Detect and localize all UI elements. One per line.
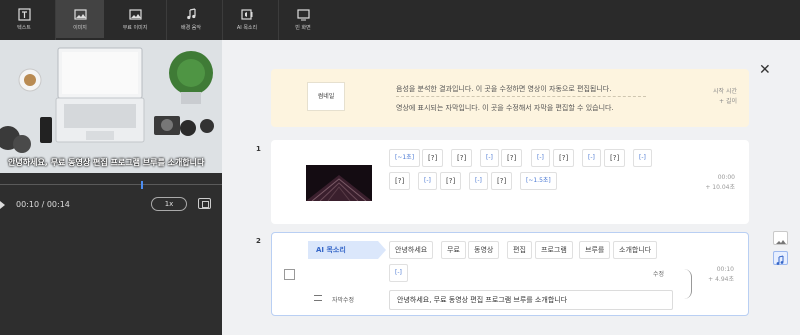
clip-thumbnail-image <box>306 165 372 201</box>
guide-voice-text: 음성을 분석한 결과입니다. 이 곳을 수정하면 영상이 자동으로 편집됩니다. <box>396 85 612 93</box>
script-editor: ✕ 썸네일 음성을 분석한 결과입니다. 이 곳을 수정하면 영상이 자동으로 … <box>222 40 800 335</box>
toolbar-ai-voice-button[interactable]: AI 목소리 <box>223 0 271 38</box>
word-chip[interactable]: [-] <box>582 149 601 167</box>
seek-handle[interactable] <box>141 181 143 189</box>
length-label: + 길이 <box>719 98 737 105</box>
word-chip[interactable]: 소개합니다 <box>613 241 658 259</box>
playback-time: 00:10 / 00:14 <box>16 200 70 209</box>
ai-voice-icon <box>240 8 252 20</box>
word-chip[interactable]: [-] <box>480 149 499 167</box>
word-chip[interactable]: [-] <box>418 172 437 190</box>
guide-time-label: 시작 시간 + 길이 <box>713 87 737 107</box>
word-chip[interactable]: [~1초] <box>389 149 421 167</box>
word-chip[interactable]: [?] <box>491 172 513 190</box>
fullscreen-icon[interactable] <box>198 198 211 209</box>
guide-row: 썸네일 음성을 분석한 결과입니다. 이 곳을 수정하면 영상이 자동으로 편집… <box>271 69 749 127</box>
word-chip[interactable]: 무료 <box>441 241 466 259</box>
start-time: 00:10 <box>716 266 734 273</box>
word-chip[interactable]: 동영상 <box>468 241 500 259</box>
guide-divider <box>396 96 646 97</box>
top-toolbar: 텍스트 이미지 무료 이미지 배경 음악 AI 목소리 빈 화면 <box>0 0 800 40</box>
row-checkbox[interactable] <box>284 269 295 280</box>
brace-divider <box>684 269 692 299</box>
word-chip[interactable]: [-] <box>389 264 408 282</box>
toolbar-image-button[interactable]: 이미지 <box>56 0 104 38</box>
guide-subtitle-text: 영상에 표시되는 자막입니다. 이 곳을 수정해서 자막을 편집할 수 있습니다… <box>396 104 614 112</box>
thumbnail-label: 썸네일 <box>307 82 345 111</box>
word-chip[interactable]: [?] <box>422 149 444 167</box>
play-icon[interactable] <box>0 201 5 209</box>
edit-label[interactable]: 수정 <box>653 269 664 278</box>
toolbar-music-button[interactable]: 배경 음악 <box>167 0 215 38</box>
word-chip[interactable]: [?] <box>604 149 626 167</box>
word-chip[interactable]: [?] <box>389 172 411 190</box>
blank-screen-icon <box>296 8 310 20</box>
subtitle-icon <box>314 295 322 301</box>
text-icon <box>17 7 31 21</box>
subtitle-edit-label: 자막수정 <box>332 297 355 304</box>
music-glyph <box>776 255 784 265</box>
player-controls: 00:10 / 00:14 1x <box>0 197 222 217</box>
toolbar-label: AI 목소리 <box>236 24 258 31</box>
toolbar-label: 이미지 <box>73 24 87 31</box>
video-frame-image <box>0 40 222 173</box>
clip-thumbnail[interactable] <box>306 165 372 201</box>
toolbar-label: 무료 이미지 <box>122 24 148 31</box>
close-icon[interactable]: ✕ <box>759 62 771 78</box>
word-chip[interactable]: [?] <box>501 149 523 167</box>
word-chip[interactable]: [?] <box>553 149 575 167</box>
video-preview: 안녕하세요, 무료 동영상 편집 프로그램 브루를 소개합니다 <box>0 40 222 173</box>
image-glyph <box>776 240 786 244</box>
word-chip[interactable]: [-] <box>469 172 488 190</box>
word-chip[interactable]: 편집 <box>507 241 532 259</box>
word-chip[interactable]: 프로그램 <box>535 241 573 259</box>
playback-speed-button[interactable]: 1x <box>151 197 187 211</box>
toolbar-label: 배경 음악 <box>181 24 201 31</box>
duration: + 4.94초 <box>708 276 734 283</box>
ai-voice-tag[interactable]: AI 목소리 <box>308 241 386 259</box>
music-icon[interactable] <box>773 251 788 265</box>
row-number: 1 <box>256 145 261 153</box>
word-chip[interactable]: [?] <box>440 172 462 190</box>
preview-panel: 안녕하세요, 무료 동영상 편집 프로그램 브루를 소개합니다 00:10 / … <box>0 40 222 335</box>
free-image-icon <box>128 8 142 20</box>
row-number: 2 <box>256 237 261 245</box>
music-icon <box>186 7 196 19</box>
clip-row[interactable]: [~1초] [?] [?] [-] [?] [-] [?] [-] [?] [-… <box>271 140 749 224</box>
word-chip[interactable]: [-] <box>633 149 652 167</box>
word-chip[interactable]: 브루를 <box>579 241 611 259</box>
seek-track <box>0 184 222 185</box>
start-time-label: 시작 시간 <box>713 88 737 95</box>
toolbar-free-image-button[interactable]: 무료 이미지 <box>111 0 159 38</box>
clip-row-selected[interactable]: AI 목소리 안녕하세요 무료 동영상 편집 프로그램 브루를 소개합니다 [-… <box>271 232 749 316</box>
toolbar-label: 텍스트 <box>17 24 31 31</box>
row-time: 00:00 + 10.04초 <box>705 173 735 193</box>
word-chip[interactable]: 안녕하세요 <box>389 241 434 259</box>
image-icon[interactable] <box>773 231 788 245</box>
duration: + 10.04초 <box>705 184 735 191</box>
video-caption: 안녕하세요, 무료 동영상 편집 프로그램 브루를 소개합니다 <box>8 158 205 167</box>
row-time: 00:10 + 4.94초 <box>708 265 734 285</box>
toolbar-blank-screen-button[interactable]: 빈 화면 <box>279 0 327 38</box>
toolbar-text-button[interactable]: 텍스트 <box>0 0 48 38</box>
start-time: 00:00 <box>717 174 735 181</box>
word-chip[interactable]: [?] <box>451 149 473 167</box>
ai-voice-tag-label: AI 목소리 <box>316 246 346 254</box>
image-icon <box>73 8 87 20</box>
word-chip[interactable]: [~1.5초] <box>520 172 557 190</box>
toolbar-label: 빈 화면 <box>295 24 311 31</box>
subtitle-input[interactable]: 안녕하세요, 무료 동영상 편집 프로그램 브루를 소개합니다 <box>389 290 673 310</box>
word-chip[interactable]: [-] <box>531 149 550 167</box>
seek-bar[interactable] <box>0 181 222 189</box>
